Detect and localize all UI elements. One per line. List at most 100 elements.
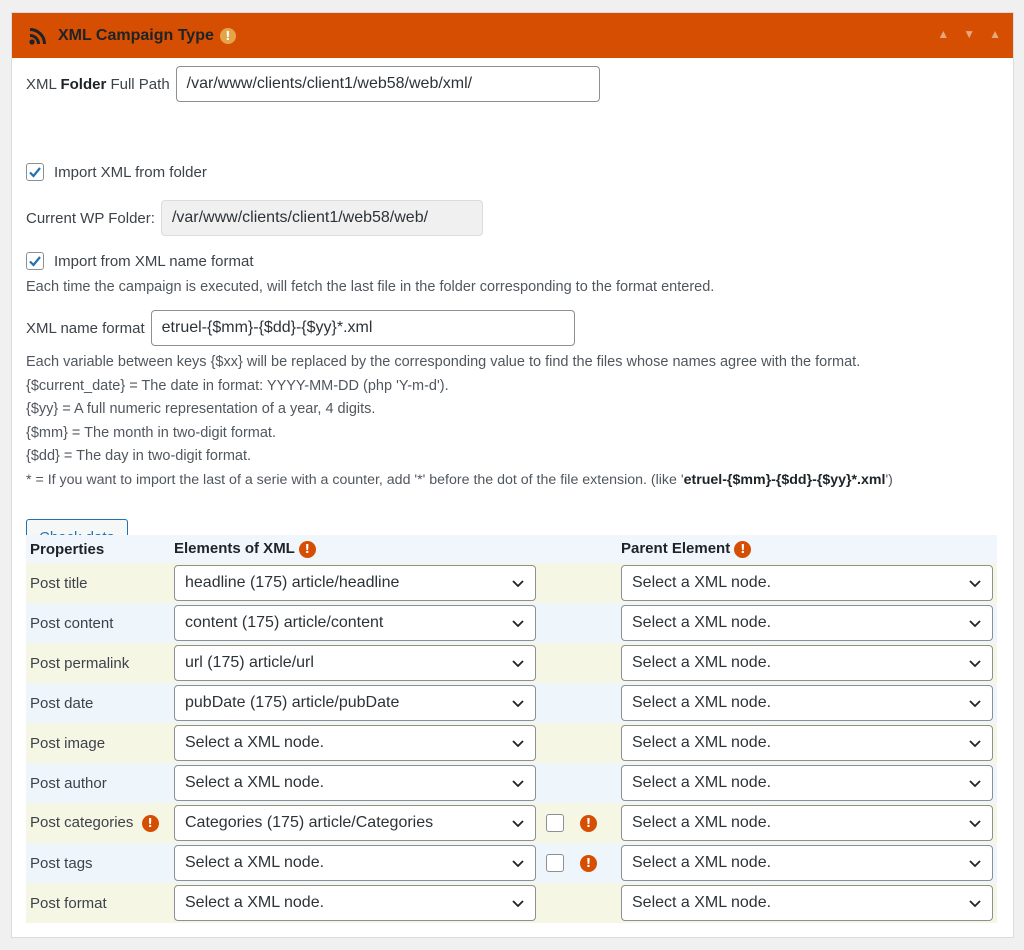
table-row: Post permalink url (175) article/url Sel… (26, 643, 997, 683)
elements-header: Elements of XML ! (170, 535, 540, 563)
table-row: Post content content (175) article/conte… (26, 603, 997, 643)
panel-title: XML Campaign Type (58, 26, 214, 44)
move-down-icon[interactable]: ▼ (963, 27, 975, 41)
property-label: Post author (26, 763, 170, 803)
element-select[interactable]: Select a XML node. (174, 885, 536, 921)
parent-select[interactable]: Select a XML node. (621, 565, 993, 601)
parent-select[interactable]: Select a XML node. (621, 605, 993, 641)
parent-select[interactable]: Select a XML node. (621, 845, 993, 881)
checkmark-icon (29, 167, 41, 178)
xml-campaign-type-panel: XML Campaign Type ! ▲ ▼ ▲ XML Folder Ful… (11, 12, 1014, 938)
chevron-down-icon (969, 660, 981, 668)
table-row: Post author Select a XML node. Select a … (26, 763, 997, 803)
element-select[interactable]: Select a XML node. (174, 725, 536, 761)
warning-icon: ! (219, 27, 236, 44)
chevron-down-icon (969, 860, 981, 868)
chevron-down-icon (512, 580, 524, 588)
warning-icon: ! (580, 854, 597, 872)
table-header-row: Properties Elements of XML ! Parent Elem… (26, 535, 997, 563)
wp-folder-label: Current WP Folder: (26, 209, 155, 227)
folder-path-input[interactable]: /var/www/clients/client1/web58/web/xml/ (175, 66, 600, 102)
property-label: Post format (26, 883, 170, 923)
table-row: Post title headline (175) article/headli… (26, 563, 997, 603)
import-folder-checkbox[interactable] (26, 163, 44, 181)
element-select[interactable]: content (175) article/content (174, 605, 536, 641)
property-label: Post date (26, 683, 170, 723)
element-select[interactable]: url (175) article/url (174, 645, 536, 681)
property-label: Post image (26, 723, 170, 763)
panel-controls: ▲ ▼ ▲ (937, 27, 1001, 41)
help-line: {$current_date} = The date in format: YY… (26, 377, 449, 394)
chevron-down-icon (512, 620, 524, 628)
property-label: Post categories ! (26, 803, 170, 843)
chevron-down-icon (512, 900, 524, 908)
multi-value-checkbox[interactable] (546, 814, 564, 832)
chevron-down-icon (512, 700, 524, 708)
import-name-format-label: Import from XML name format (54, 252, 254, 270)
properties-header: Properties (26, 535, 170, 563)
move-up-icon[interactable]: ▲ (937, 27, 949, 41)
chevron-down-icon (512, 740, 524, 748)
folder-row: XML Folder Full Path /var/www/clients/cl… (26, 66, 600, 102)
element-select[interactable]: Select a XML node. (174, 765, 536, 801)
name-format-help: Each time the campaign is executed, will… (26, 279, 715, 295)
table-row: Post image Select a XML node. Select a X… (26, 723, 997, 763)
chevron-down-icon (969, 780, 981, 788)
element-select[interactable]: pubDate (175) article/pubDate (174, 685, 536, 721)
chevron-down-icon (969, 820, 981, 828)
import-name-format-checkbox[interactable] (26, 252, 44, 270)
parent-select[interactable]: Select a XML node. (621, 765, 993, 801)
help-line: * = If you want to import the last of a … (26, 471, 893, 488)
property-label: Post title (26, 563, 170, 603)
table-row: Post date pubDate (175) article/pubDate … (26, 683, 997, 723)
parent-header: Parent Element ! (617, 535, 997, 563)
warning-icon: ! (298, 540, 316, 558)
chevron-down-icon (969, 620, 981, 628)
import-name-format-row: Import from XML name format (26, 252, 254, 270)
help-line: {$mm} = The month in two-digit format. (26, 424, 276, 441)
import-folder-label: Import XML from folder (54, 163, 207, 181)
panel-header: XML Campaign Type ! ▲ ▼ ▲ (12, 13, 1013, 58)
checkmark-icon (29, 256, 41, 267)
folder-path-label: XML Folder Full Path (26, 75, 170, 93)
import-folder-row: Import XML from folder (26, 163, 207, 181)
help-line: {$dd} = The day in two-digit format. (26, 448, 252, 464)
element-select[interactable]: Categories (175) article/Categories (174, 805, 536, 841)
parent-select[interactable]: Select a XML node. (621, 725, 993, 761)
chevron-down-icon (512, 660, 524, 668)
name-format-input[interactable]: etruel-{$mm}-{$dd}-{$yy}*.xml (150, 310, 575, 346)
element-select[interactable]: headline (175) article/headline (174, 565, 536, 601)
table-row: Post format Select a XML node. Select a … (26, 883, 997, 923)
property-label: Post tags (26, 843, 170, 883)
parent-select[interactable]: Select a XML node. (621, 685, 993, 721)
wp-folder-row: Current WP Folder: /var/www/clients/clie… (26, 200, 483, 236)
chevron-down-icon (969, 740, 981, 748)
chevron-down-icon (969, 580, 981, 588)
chevron-down-icon (969, 900, 981, 908)
warning-icon: ! (734, 540, 752, 558)
parent-select[interactable]: Select a XML node. (621, 805, 993, 841)
table-row: Post categories ! Categories (175) artic… (26, 803, 997, 843)
property-label: Post permalink (26, 643, 170, 683)
rss-icon (29, 27, 46, 45)
parent-select[interactable]: Select a XML node. (621, 885, 993, 921)
chevron-down-icon (512, 820, 524, 828)
help-line: {$yy} = A full numeric representation of… (26, 401, 376, 417)
name-format-label: XML name format (26, 319, 145, 337)
format-help-block: Each variable between keys {$xx} will be… (26, 351, 1001, 492)
help-line: Each variable between keys {$xx} will be… (26, 354, 861, 370)
chevron-down-icon (969, 700, 981, 708)
warning-icon: ! (141, 814, 159, 832)
property-label: Post content (26, 603, 170, 643)
toggle-panel-icon[interactable]: ▲ (989, 27, 1001, 41)
element-select[interactable]: Select a XML node. (174, 845, 536, 881)
warning-icon: ! (580, 814, 597, 832)
parent-select[interactable]: Select a XML node. (621, 645, 993, 681)
multi-value-checkbox[interactable] (546, 854, 564, 872)
properties-table: Properties Elements of XML ! Parent Elem… (26, 535, 997, 923)
name-format-row: XML name format etruel-{$mm}-{$dd}-{$yy}… (26, 310, 575, 346)
wp-folder-value: /var/www/clients/client1/web58/web/ (160, 200, 483, 236)
chevron-down-icon (512, 860, 524, 868)
chevron-down-icon (512, 780, 524, 788)
table-row: Post tags Select a XML node. ! Select a … (26, 843, 997, 883)
